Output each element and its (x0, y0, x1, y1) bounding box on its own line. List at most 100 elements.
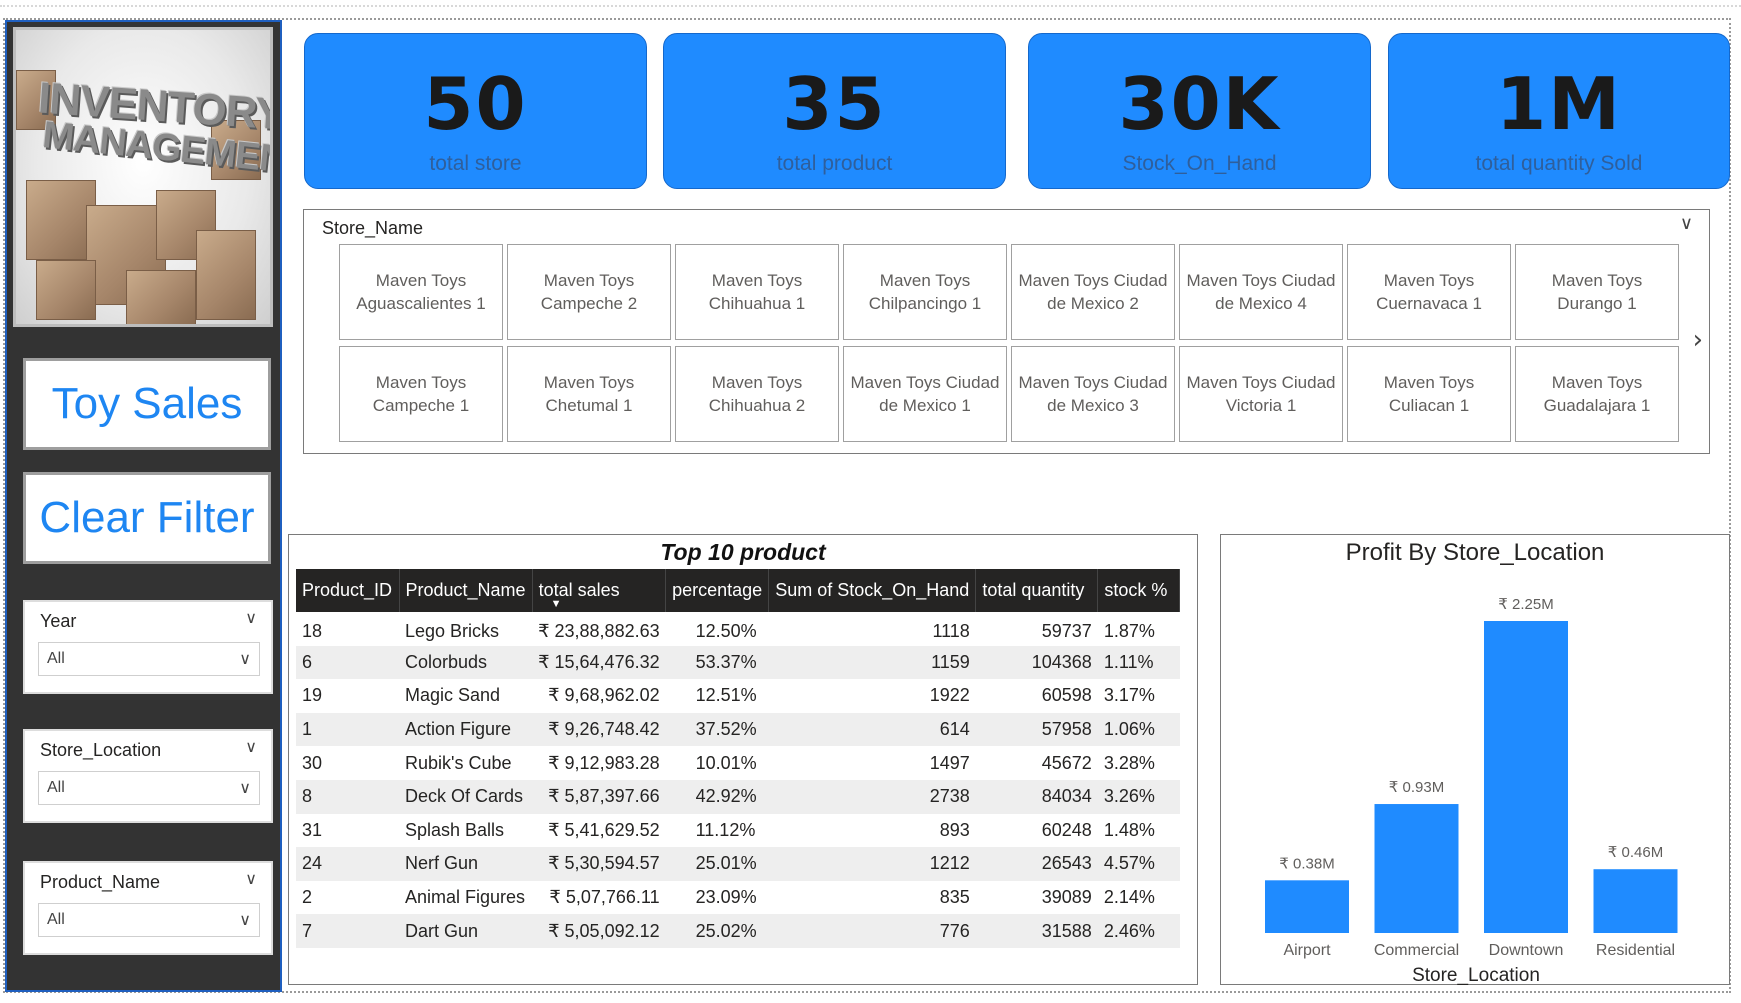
year-dropdown[interactable]: All ∨ (38, 642, 260, 676)
table-cell: 23.09% (695, 887, 757, 908)
store-tile[interactable]: Maven Toys Chihuahua 1 (675, 244, 839, 340)
store-tile[interactable]: Maven Toys Culiacan 1 (1347, 346, 1511, 442)
chevron-down-icon[interactable]: ∨ (1680, 213, 1693, 234)
table-cell: 18 (302, 621, 323, 642)
x-tick-label: Downtown (1489, 942, 1564, 959)
bar-downtown[interactable] (1484, 621, 1568, 933)
store-location-dropdown[interactable]: All ∨ (38, 771, 260, 805)
table-row[interactable]: 18 Lego Bricks ₹ 23,88,882.63 12.50% 1118 597… (296, 612, 1180, 646)
bar-residential[interactable] (1593, 869, 1678, 933)
store-tile[interactable]: Maven Toys Ciudad Victoria 1 (1179, 346, 1343, 442)
table-cell: Animal Figures (405, 887, 526, 908)
x-tick-label: Residential (1596, 942, 1675, 959)
table-row[interactable]: 1 Action Figure ₹ 9,26,748.42 37.52% 614 5795… (296, 712, 1180, 747)
table-cell: 57958 (975, 712, 1098, 747)
store-name-slicer-title: Store_Name (322, 218, 424, 238)
table-cell: 60248 (1041, 819, 1092, 840)
column-header[interactable]: Product_Name (399, 569, 533, 612)
column-header[interactable]: stock % (1097, 569, 1181, 612)
store-tile[interactable]: Maven Toys Durango 1 (1515, 244, 1679, 340)
table-cell: 84034 (975, 779, 1098, 814)
table-cell: 31 (302, 819, 323, 840)
store-tile[interactable]: Maven Toys Ciudad de Mexico 3 (1011, 346, 1175, 442)
chevron-down-icon[interactable]: ∨ (245, 869, 257, 888)
table-cell: 1 (296, 712, 399, 747)
store-tile[interactable]: Maven Toys Campeche 1 (339, 346, 503, 442)
table-row[interactable]: 19 Magic Sand ₹ 9,68,962.02 12.51% 1922 60598… (296, 679, 1180, 713)
table-cell: 39089 (1041, 887, 1092, 908)
chevron-down-icon[interactable]: ∨ (245, 737, 257, 756)
store-tile[interactable]: Maven Toys Campeche 2 (507, 244, 671, 340)
table-cell: 1.87% (1103, 621, 1155, 642)
table-row[interactable]: 30 Rubik's Cube ₹ 9,12,983.28 10.01% 1497 456… (296, 746, 1180, 780)
table-cell: Action Figure (399, 712, 533, 747)
table-cell: 53.37% (665, 645, 769, 680)
table-row[interactable]: 24 Nerf Gun ₹ 5,30,594.57 25.01% 1212 26543 4.… (296, 847, 1180, 881)
kpi-value: 50 (423, 62, 528, 146)
product-name-slicer: Product_Name ∨ All ∨ (23, 861, 273, 955)
table-cell: 26543 (975, 847, 1098, 881)
profit-by-store-location-chart: Profit By Store_Location ₹ 0.38M Airport ₹… (1220, 534, 1730, 986)
logo-box-shape (36, 260, 96, 320)
chevron-down-icon: ∨ (239, 778, 251, 797)
column-header[interactable]: Product_ID (296, 569, 400, 612)
column-header[interactable]: Sum of Stock_On_Hand (768, 569, 977, 612)
table-cell: Colorbuds (399, 645, 533, 680)
top-products-table: Product_ID Product_Name total sales ▼ per… (296, 569, 1181, 948)
store-tile[interactable]: Maven Toys Chihuahua 2 (675, 346, 839, 442)
table-row[interactable]: 31 Splash Balls ₹ 5,41,629.52 11.12% 893 6024… (296, 814, 1180, 848)
table-cell: 6 (296, 645, 399, 680)
column-header[interactable]: total quantity (975, 569, 1099, 612)
store-tile[interactable]: Maven Toys Ciudad de Mexico 2 (1011, 244, 1175, 340)
chevron-right-icon[interactable]: › (1693, 325, 1703, 355)
store-tile[interactable]: Maven Toys Chetumal 1 (507, 346, 671, 442)
table-row[interactable]: 8 Deck Of Cards ₹ 5,87,397.66 42.92% 2738 840… (296, 779, 1180, 814)
table-cell: 1.48% (1103, 819, 1155, 840)
kpi-total-quantity-sold: 1M total quantity Sold (1388, 33, 1730, 189)
store-tile[interactable]: Maven Toys Guadalajara 1 (1515, 346, 1679, 442)
table-cell: ₹ 9,68,962.02 (548, 685, 660, 706)
year-slicer-title: Year (40, 611, 77, 631)
toy-sales-button[interactable]: Toy Sales (23, 358, 271, 450)
year-dropdown-value: All (47, 650, 65, 667)
chevron-down-icon[interactable]: ∨ (245, 608, 257, 627)
store-tile[interactable]: Maven Toys Chilpancingo 1 (843, 244, 1007, 340)
bar-commercial[interactable] (1374, 804, 1459, 933)
table-cell: Dart Gun (399, 914, 533, 948)
store-tile[interactable]: Maven Toys Aguascalientes 1 (339, 244, 503, 340)
inventory-management-logo: INVENTORY MANAGEMENT (13, 27, 273, 327)
store-name-slicer: Store_Name ∨ › Maven Toys Aguascalientes… (303, 209, 1710, 454)
table-cell: Lego Bricks (405, 621, 500, 642)
column-header[interactable]: percentage (665, 569, 770, 612)
store-tile[interactable]: Maven Toys Cuernavaca 1 (1347, 244, 1511, 340)
table-cell: Rubik's Cube (405, 752, 512, 773)
chevron-down-icon: ∨ (239, 910, 251, 929)
kpi-label: total store (429, 152, 522, 175)
x-tick-label: Airport (1283, 942, 1331, 959)
table-cell: ₹ 5,07,766.11 (549, 887, 660, 908)
table-row[interactable]: 2 Animal Figures ₹ 5,07,766.11 23.09% 835 390… (296, 881, 1180, 915)
table-cell: 1212 (768, 847, 976, 881)
table-cell: 10.01% (695, 752, 757, 773)
product-name-slicer-title: Product_Name (40, 872, 161, 892)
data-label: ₹ 0.46M (1608, 844, 1663, 861)
logo-box-shape (126, 270, 196, 324)
data-label: ₹ 0.93M (1389, 779, 1444, 796)
table-cell: 42.92% (665, 779, 769, 814)
table-row[interactable]: 6 Colorbuds ₹ 15,64,476.32 53.37% 1159 104368… (296, 645, 1180, 680)
store-tile[interactable]: Maven Toys Ciudad de Mexico 4 (1179, 244, 1343, 340)
table-title: Top 10 product (660, 539, 826, 565)
store-location-dropdown-value: All (47, 779, 65, 796)
clear-filter-button[interactable]: Clear Filter (23, 472, 271, 564)
data-label: ₹ 2.25M (1498, 596, 1553, 613)
logo-box-shape (196, 230, 256, 320)
store-tile[interactable]: Maven Toys Ciudad de Mexico 1 (843, 346, 1007, 442)
table-cell: 3.26% (1097, 779, 1180, 814)
table-cell: ₹ 9,26,748.42 (532, 712, 666, 747)
kpi-total-product: 35 total product (663, 33, 1006, 189)
table-cell: Magic Sand (405, 685, 501, 706)
table-row[interactable]: 7 Dart Gun ₹ 5,05,092.12 25.02% 776 31588 2.46… (296, 914, 1180, 948)
product-name-dropdown[interactable]: All ∨ (38, 903, 260, 937)
column-header-sorted[interactable]: total sales ▼ (532, 569, 667, 612)
bar-airport[interactable] (1265, 880, 1349, 933)
